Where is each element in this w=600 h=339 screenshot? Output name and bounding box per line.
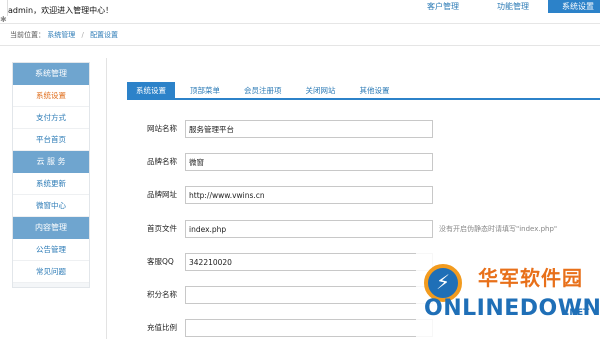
sidebar-item-payment[interactable]: 支付方式: [13, 107, 89, 129]
sidebar-section-content[interactable]: 内容管理: [13, 217, 89, 239]
sidebar-item-window-center[interactable]: 微窗中心: [13, 195, 89, 217]
tab-other-settings[interactable]: 其他设置: [351, 82, 399, 98]
settings-tabs: 系统设置 顶部菜单 会员注册项 关闭网站 其他设置: [127, 82, 600, 100]
service-qq-label: 客服QQ: [147, 257, 174, 266]
service-qq-input[interactable]: [185, 253, 433, 271]
tab-system-settings[interactable]: 系统设置: [127, 82, 175, 98]
brand-url-input[interactable]: [185, 186, 433, 204]
sidebar-section-cloud[interactable]: 云 服 务: [13, 151, 89, 173]
brand-name-input[interactable]: [185, 153, 433, 171]
watermark-logo: ⚡ 华军软件园 ONLINEDOWN .NET: [416, 250, 600, 339]
gear-icon: ✱: [0, 15, 7, 24]
top-nav: 客户管理 功能管理 系统设置: [408, 0, 600, 13]
sidebar-item-system-settings[interactable]: 系统设置: [13, 85, 89, 107]
sidebar-item-faq[interactable]: 常见问题: [13, 261, 89, 283]
breadcrumb-prefix: 当前位置：: [10, 31, 45, 39]
points-name-label: 积分名称: [147, 290, 177, 299]
sidebar-item-platform-home[interactable]: 平台首页: [13, 129, 89, 151]
sidebar-item-announcements[interactable]: 公告管理: [13, 239, 89, 261]
welcome-text: admin，欢迎进入管理中心！: [8, 6, 114, 15]
form-row-brand-url: 品牌网址: [107, 186, 600, 204]
breadcrumb: 当前位置： 系统管理 / 配置设置: [0, 24, 600, 46]
nav-customer-management[interactable]: 客户管理: [408, 0, 478, 13]
breadcrumb-separator: /: [81, 31, 84, 39]
breadcrumb-system-management[interactable]: 系统管理: [47, 31, 75, 39]
form-row-home-file: 首页文件 没有开启伪静态时请填写"index.php": [107, 220, 600, 238]
brand-name-label: 品牌名称: [147, 157, 177, 166]
sidebar: 系统管理 系统设置 支付方式 平台首页 云 服 务 系统更新 微窗中心 内容管理…: [12, 62, 90, 288]
recharge-ratio-label: 充值比例: [147, 323, 177, 332]
tab-close-site[interactable]: 关闭网站: [297, 82, 345, 98]
logo-box: [0, 0, 8, 16]
nav-function-management[interactable]: 功能管理: [478, 0, 548, 13]
brand-url-label: 品牌网址: [147, 190, 177, 199]
home-file-hint: 没有开启伪静态时请填写"index.php": [439, 225, 558, 233]
lightning-icon: ⚡: [436, 270, 451, 294]
watermark-cn-text: 华军软件园: [478, 266, 583, 290]
points-name-input[interactable]: [185, 286, 433, 304]
watermark-net-text: .NET: [566, 308, 590, 318]
site-name-label: 网站名称: [147, 124, 177, 133]
top-bar: admin，欢迎进入管理中心！ ✱ 客户管理 功能管理 系统设置: [0, 0, 600, 24]
nav-system-settings[interactable]: 系统设置: [548, 0, 600, 13]
sidebar-item-system-update[interactable]: 系统更新: [13, 173, 89, 195]
form-row-site-name: 网站名称: [107, 120, 600, 138]
recharge-ratio-input[interactable]: [185, 319, 433, 337]
home-file-label: 首页文件: [147, 224, 177, 233]
site-name-input[interactable]: [185, 120, 433, 138]
breadcrumb-config-settings[interactable]: 配置设置: [90, 31, 118, 39]
tab-member-registration[interactable]: 会员注册项: [235, 82, 291, 98]
tab-top-menu[interactable]: 顶部菜单: [181, 82, 229, 98]
home-file-input[interactable]: [185, 220, 433, 238]
sidebar-section-system[interactable]: 系统管理: [13, 63, 89, 85]
form-row-brand-name: 品牌名称: [107, 153, 600, 171]
